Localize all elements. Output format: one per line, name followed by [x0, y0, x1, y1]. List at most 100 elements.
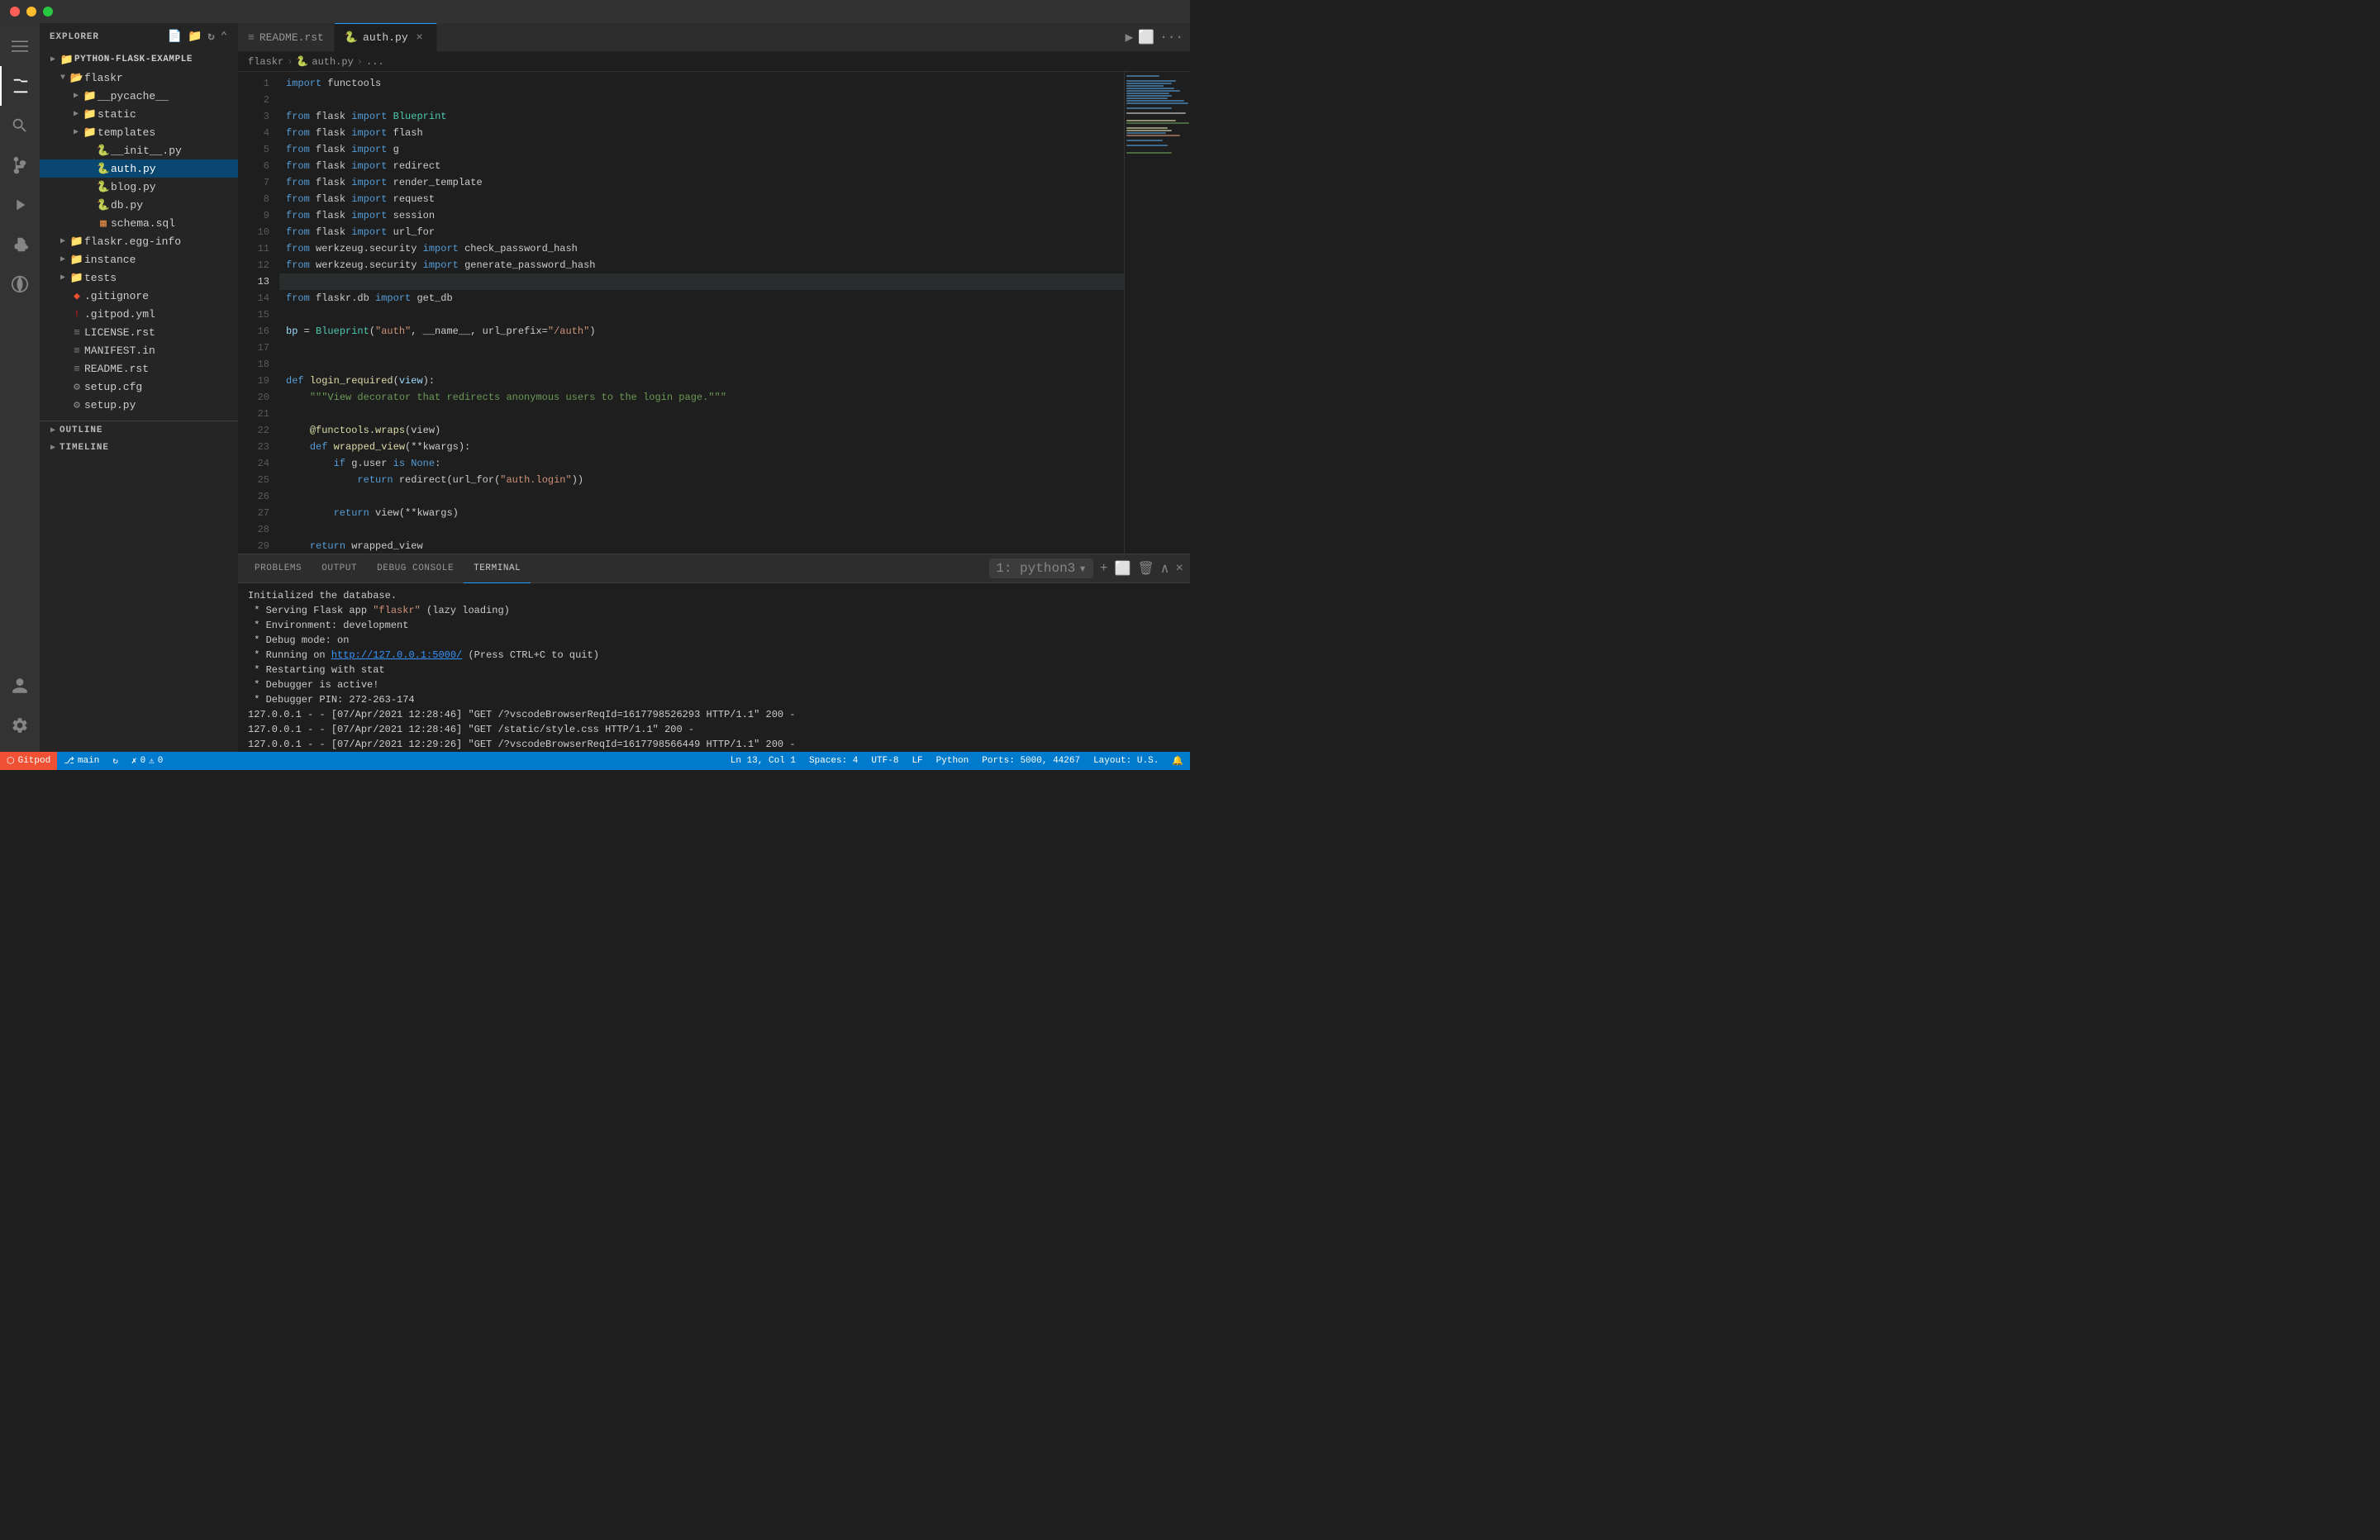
- breadcrumb-python-icon: 🐍: [296, 55, 308, 68]
- collapse-icon[interactable]: ⌃: [221, 30, 228, 44]
- tree-item-instance[interactable]: ▶ 📁 instance: [40, 250, 238, 269]
- tree-item-static[interactable]: ▶ 📁 static: [40, 105, 238, 123]
- tab-problems[interactable]: PROBLEMS: [245, 554, 312, 583]
- sync-status[interactable]: ↻: [106, 752, 125, 770]
- new-file-icon[interactable]: 📄: [168, 30, 183, 44]
- kill-terminal-icon[interactable]: 🗑: [1137, 560, 1154, 577]
- activity-scm[interactable]: [0, 145, 40, 185]
- arrow-icon: ▶: [56, 236, 69, 246]
- rst-icon: ≡: [69, 326, 84, 339]
- activity-remote[interactable]: [0, 264, 40, 304]
- activity-extensions[interactable]: [0, 225, 40, 264]
- tab-readme[interactable]: ≡ README.rst: [238, 23, 335, 52]
- folder-icon: 📁: [69, 235, 84, 248]
- layout-status[interactable]: Layout: U.S.: [1087, 752, 1165, 770]
- language-status[interactable]: Python: [930, 752, 976, 770]
- tab-debug-console[interactable]: DEBUG CONSOLE: [367, 554, 464, 583]
- tree-item-schema[interactable]: ▦ schema.sql: [40, 214, 238, 232]
- gitpod-icon: ⬡: [7, 755, 15, 767]
- minimize-button[interactable]: [26, 7, 36, 17]
- tree-item-readme[interactable]: ≡ README.rst: [40, 359, 238, 378]
- line-numbers: 1 2 3 4 5 6 7 8 9 10 11 12 13 14 15 16 1…: [238, 72, 279, 554]
- tab-output[interactable]: OUTPUT: [312, 554, 367, 583]
- activity-accounts[interactable]: [0, 666, 40, 706]
- split-editor-button[interactable]: ⬜: [1138, 29, 1154, 45]
- tree-item-templates[interactable]: ▶ 📁 templates: [40, 123, 238, 141]
- refresh-icon[interactable]: ↻: [207, 30, 215, 44]
- rst-icon: ≡: [69, 363, 84, 375]
- tab-bar: ≡ README.rst 🐍 auth.py × ▶ ⬜ ···: [238, 23, 1190, 52]
- tree-item-setup-cfg[interactable]: ⚙ setup.cfg: [40, 378, 238, 396]
- tree-item-gitpod[interactable]: ! .gitpod.yml: [40, 305, 238, 323]
- timeline-section[interactable]: ▶ TIMELINE: [40, 439, 238, 457]
- activity-explorer[interactable]: [0, 66, 40, 106]
- folder-icon: 📁: [69, 272, 84, 284]
- line-number: 27: [238, 505, 269, 521]
- tree-item-db[interactable]: 🐍 db.py: [40, 196, 238, 214]
- tab-auth[interactable]: 🐍 auth.py ×: [335, 23, 437, 52]
- encoding-label: UTF-8: [871, 756, 898, 766]
- tree-item-license[interactable]: ≡ LICENSE.rst: [40, 323, 238, 341]
- close-button[interactable]: [10, 7, 20, 17]
- project-root[interactable]: ▶ 📁 PYTHON-FLASK-EXAMPLE: [40, 50, 238, 69]
- notification-bell[interactable]: 🔔: [1165, 752, 1190, 770]
- tree-label: auth.py: [111, 163, 156, 175]
- panel-chevron-up-icon[interactable]: ∧: [1161, 560, 1169, 577]
- activity-menu[interactable]: [0, 26, 40, 66]
- tree-item-egg-info[interactable]: ▶ 📁 flaskr.egg-info: [40, 232, 238, 250]
- gitpod-status[interactable]: ⬡ Gitpod: [0, 752, 57, 770]
- terminal-selector[interactable]: 1: python3 ▾: [989, 558, 1093, 578]
- tab-label: README.rst: [259, 31, 324, 44]
- spaces-status[interactable]: Spaces: 4: [802, 752, 864, 770]
- code-line-21: [279, 406, 1124, 422]
- code-line-4: from flask import flash: [279, 125, 1124, 141]
- panel-actions: 1: python3 ▾ + ⬜ 🗑 ∧ ×: [989, 558, 1183, 578]
- tree-item-flaskr[interactable]: ▼ 📂 flaskr: [40, 69, 238, 87]
- tree-item-setup-py[interactable]: ⚙ setup.py: [40, 396, 238, 414]
- terminal-content[interactable]: Initialized the database. * Serving Flas…: [238, 583, 1190, 752]
- git-branch-status[interactable]: ⎇ main: [57, 752, 106, 770]
- tree-item-pycache[interactable]: ▶ 📁 __pycache__: [40, 87, 238, 105]
- tab-close-button[interactable]: ×: [413, 31, 426, 45]
- errors-status[interactable]: ✗ 0 ⚠ 0: [125, 752, 169, 770]
- chevron-down-icon: ▾: [1078, 560, 1087, 577]
- line-number: 20: [238, 389, 269, 406]
- line-number: 11: [238, 240, 269, 257]
- encoding-status[interactable]: UTF-8: [864, 752, 905, 770]
- split-terminal-icon[interactable]: ⬜: [1115, 560, 1131, 577]
- tree-label: flaskr.egg-info: [84, 235, 181, 248]
- more-actions-button[interactable]: ···: [1159, 30, 1183, 45]
- breadcrumb-file[interactable]: auth.py: [312, 56, 353, 68]
- tree-item-gitignore[interactable]: ◆ .gitignore: [40, 287, 238, 305]
- tree-item-auth[interactable]: 🐍 auth.py: [40, 159, 238, 178]
- breadcrumb-flaskr[interactable]: flaskr: [248, 56, 283, 68]
- run-button[interactable]: ▶: [1126, 29, 1134, 45]
- line-ending-status[interactable]: LF: [905, 752, 929, 770]
- tree-item-blog[interactable]: 🐍 blog.py: [40, 178, 238, 196]
- new-folder-icon[interactable]: 📁: [188, 30, 202, 44]
- activity-run[interactable]: [0, 185, 40, 225]
- yaml-icon: !: [69, 308, 84, 321]
- tab-terminal[interactable]: TERMINAL: [464, 554, 531, 583]
- tree-item-init[interactable]: 🐍 __init__.py: [40, 141, 238, 159]
- arrow-icon: ▶: [69, 91, 83, 101]
- tab-output-label: OUTPUT: [321, 563, 357, 573]
- folder-icon: 📁: [83, 90, 98, 102]
- code-content[interactable]: import functools from flask import Bluep…: [279, 72, 1124, 554]
- outline-section[interactable]: ▶ OUTLINE: [40, 421, 238, 439]
- add-terminal-icon[interactable]: +: [1100, 561, 1108, 576]
- ports-status[interactable]: Ports: 5000, 44267: [975, 752, 1087, 770]
- activity-settings[interactable]: [0, 706, 40, 745]
- breadcrumb-more[interactable]: ...: [366, 56, 384, 68]
- code-line-9: from flask import session: [279, 207, 1124, 224]
- line-number: 4: [238, 125, 269, 141]
- tree-item-manifest[interactable]: ≡ MANIFEST.in: [40, 341, 238, 359]
- activity-search[interactable]: [0, 106, 40, 145]
- tree-item-tests[interactable]: ▶ 📁 tests: [40, 269, 238, 287]
- code-line-28: [279, 521, 1124, 538]
- ln-col-status[interactable]: Ln 13, Col 1: [724, 752, 802, 770]
- line-number: 25: [238, 472, 269, 488]
- status-left: ⬡ Gitpod ⎇ main ↻ ✗ 0 ⚠ 0: [0, 752, 169, 770]
- maximize-button[interactable]: [43, 7, 53, 17]
- close-panel-icon[interactable]: ×: [1175, 561, 1183, 576]
